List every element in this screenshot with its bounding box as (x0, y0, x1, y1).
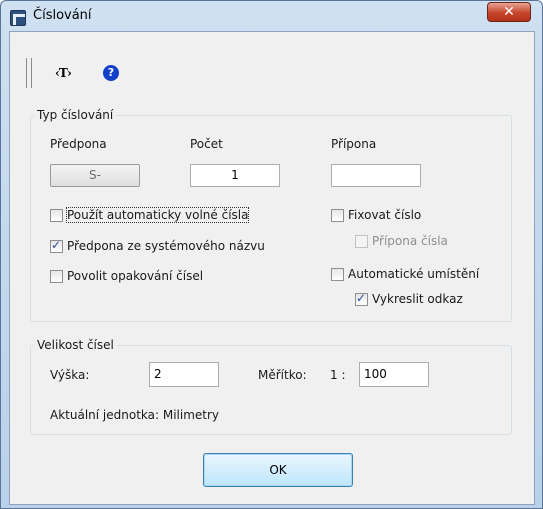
draw-reference-label[interactable]: Vykreslit odkaz (372, 292, 463, 306)
prefix-from-system-name-checkbox[interactable] (50, 238, 63, 253)
number-suffix-checkbox[interactable] (355, 235, 368, 248)
number-suffix-label[interactable]: Přípona čísla (372, 234, 448, 248)
allow-repeat-checkbox[interactable] (50, 270, 63, 283)
app-icon (10, 10, 26, 26)
toolbar-grip[interactable] (26, 58, 32, 88)
ok-button[interactable]: OK (203, 453, 353, 487)
numbering-type-group-title: Typ číslování (34, 108, 117, 122)
height-input[interactable]: 2 (149, 362, 219, 387)
scale-label: Měřítko: (258, 368, 307, 382)
help-icon[interactable]: ? (103, 65, 119, 81)
title-bar[interactable]: Číslování ✕ (1, 1, 542, 31)
suffix-label: Přípona (331, 137, 377, 151)
close-button[interactable]: ✕ (487, 2, 531, 22)
prefix-from-system-name-label[interactable]: Předpona ze systémového názvu (67, 239, 265, 253)
prefix-button[interactable]: S- (50, 164, 140, 187)
current-unit-text: Aktuální jednotka: Milimetry (50, 408, 220, 422)
auto-free-numbers-checkbox[interactable] (50, 209, 63, 222)
scale-input[interactable]: 100 (359, 362, 429, 387)
prefix-label: Předpona (50, 137, 107, 151)
auto-placement-checkbox[interactable] (331, 268, 344, 281)
suffix-input[interactable] (331, 164, 421, 187)
scale-prefix: 1 : (330, 368, 346, 382)
auto-placement-label[interactable]: Automatické umístění (348, 267, 479, 281)
number-size-group-title: Velikost čísel (34, 338, 117, 352)
fix-number-label[interactable]: Fixovat číslo (348, 208, 421, 222)
text-tag-icon[interactable]: ‹T› (55, 66, 72, 80)
draw-reference-checkbox[interactable] (355, 291, 368, 306)
count-input[interactable]: 1 (190, 164, 280, 187)
allow-repeat-label[interactable]: Povolit opakování čísel (67, 269, 203, 283)
fix-number-checkbox[interactable] (331, 209, 344, 222)
window-title: Číslování (33, 8, 92, 23)
count-label: Počet (190, 137, 223, 151)
auto-free-numbers-label[interactable]: Použít automaticky volné čísla (65, 207, 250, 223)
height-label: Výška: (50, 368, 90, 382)
